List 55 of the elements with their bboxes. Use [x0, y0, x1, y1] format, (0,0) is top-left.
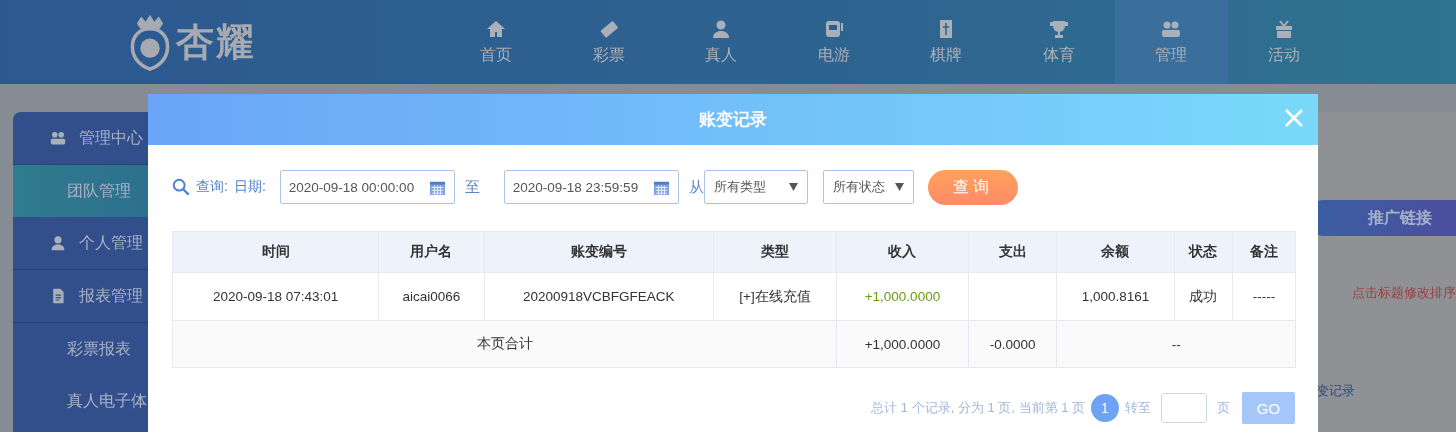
date-field[interactable]: 2020-09-18 00:00:00	[279, 170, 455, 204]
type-select[interactable]: 所有类型	[703, 170, 808, 204]
dialog-title: 账变记录	[699, 109, 767, 131]
table-cell: aicai0066	[378, 272, 485, 321]
person-icon	[49, 235, 67, 251]
column-header[interactable]: 支出	[968, 231, 1057, 273]
table-cell: 成功	[1174, 272, 1233, 321]
table-cell: 20200918VCBFGFEACK	[484, 272, 714, 321]
nav-item[interactable]: 电游	[777, 0, 890, 84]
table-cell: +1,000.0000	[836, 320, 969, 368]
table-cell: +1,000.0000	[836, 272, 969, 321]
hint-text: 点击标题修改排序	[1351, 284, 1456, 302]
date-field[interactable]: 2020-09-18 23:59:59	[503, 170, 679, 204]
goto-label: 转至	[1125, 399, 1151, 417]
status-select[interactable]: 所有状态	[822, 170, 914, 204]
table-cell: --	[1056, 320, 1296, 368]
column-header[interactable]: 状态	[1174, 231, 1233, 273]
page-unit: 页	[1217, 399, 1230, 417]
column-header[interactable]: 用户名	[378, 231, 485, 273]
column-header[interactable]: 备注	[1232, 231, 1296, 273]
search-icon	[172, 178, 190, 196]
date-label: 日期:	[233, 178, 266, 196]
nav-item[interactable]: 首页	[440, 0, 553, 84]
column-header[interactable]: 时间	[172, 231, 379, 273]
query-button[interactable]: 查询	[927, 169, 1018, 205]
page-input[interactable]	[1161, 393, 1207, 423]
table-cell: -0.0000	[968, 320, 1057, 368]
column-header[interactable]: 类型	[713, 231, 837, 273]
column-header[interactable]: 收入	[836, 231, 969, 273]
nav-item[interactable]: 体育	[1002, 0, 1115, 84]
column-header[interactable]: 余额	[1056, 231, 1175, 273]
crest-icon	[128, 13, 172, 71]
logo-text: 杏耀	[176, 19, 256, 65]
pagination-info: 总计 1 个记录, 分为 1 页, 当前第 1 页	[871, 399, 1085, 417]
people-icon	[49, 130, 67, 146]
nav-item[interactable]: 管理	[1115, 0, 1228, 84]
nav-item[interactable]: 真人	[665, 0, 778, 84]
date-value: 2020-09-18 00:00:00	[288, 179, 415, 195]
caret-icon	[894, 183, 904, 191]
nav-item[interactable]: 活动	[1227, 0, 1340, 84]
caret-icon	[788, 183, 798, 191]
table-cell: 1,000.8161	[1056, 272, 1175, 321]
nav-item[interactable]: 棋牌	[890, 0, 1003, 84]
table-cell: 2020-09-18 07:43:01	[172, 272, 379, 321]
summary-label: 本页合计	[172, 320, 837, 368]
date-value: 2020-09-18 23:59:59	[512, 179, 639, 195]
table-cell: -----	[1232, 272, 1296, 321]
table-cell: [+]在线充值	[713, 272, 837, 321]
from-label: 从	[688, 177, 704, 197]
trophy-icon	[1047, 18, 1070, 39]
nav-item[interactable]: 彩票	[552, 0, 665, 84]
record-link[interactable]: 变记录	[1316, 382, 1456, 400]
to-label: 至	[464, 177, 480, 197]
current-page[interactable]: 1	[1091, 394, 1119, 422]
column-header[interactable]: 账变编号	[484, 231, 714, 273]
